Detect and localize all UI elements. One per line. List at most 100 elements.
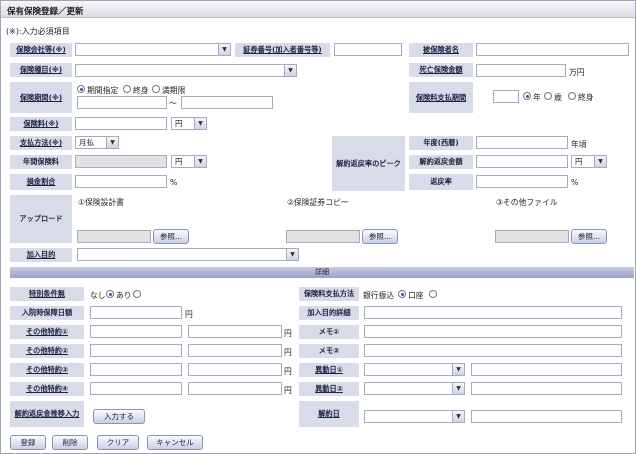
- period-radio-maturity[interactable]: [152, 85, 160, 93]
- browse-button-2[interactable]: 参照...: [362, 229, 398, 244]
- annual-premium-input[interactable]: [75, 155, 167, 168]
- chevron-down-icon: ▼: [286, 249, 298, 260]
- chevron-down-icon: ▼: [218, 44, 230, 55]
- purpose-select[interactable]: ▼: [77, 248, 299, 261]
- delete-button[interactable]: 削除: [52, 435, 88, 450]
- label-other1: その他特約①: [9, 324, 85, 340]
- special-radio-yes[interactable]: [106, 290, 114, 298]
- period-tilde: 〜: [169, 99, 177, 108]
- other3-amount-input[interactable]: [188, 363, 282, 376]
- change2-select[interactable]: ▼: [364, 382, 465, 395]
- pay-period-radio-age[interactable]: [544, 92, 552, 100]
- label-change2: 異動日②: [298, 381, 360, 397]
- cancel-date-input[interactable]: [471, 410, 622, 423]
- label-other4: その他特約④: [9, 381, 85, 397]
- memo1-input[interactable]: [364, 325, 622, 338]
- chevron-down-icon: ▼: [106, 137, 118, 148]
- special-radio-no[interactable]: [133, 290, 141, 298]
- label-type: 保険種目(※): [9, 62, 73, 78]
- register-button[interactable]: 登録: [10, 435, 46, 450]
- chevron-down-icon: ▼: [452, 383, 464, 394]
- upload-file-2[interactable]: [286, 230, 360, 243]
- label-peak: 解約返戻率のピーク: [331, 135, 406, 192]
- period-radio-lifetime[interactable]: [123, 85, 131, 93]
- label-upload: アップロード: [9, 194, 73, 244]
- special-option-none: なし: [90, 291, 106, 300]
- clear-button[interactable]: クリア: [97, 435, 139, 450]
- label-death-amount: 死亡保険金額: [408, 62, 474, 78]
- loss-ratio-input[interactable]: [75, 175, 167, 188]
- upload-item-3-label: ③その他ファイル: [496, 198, 558, 207]
- browse-button-1[interactable]: 参照...: [153, 229, 189, 244]
- other1-amount-input[interactable]: [188, 325, 282, 338]
- other2-name-input[interactable]: [90, 344, 182, 357]
- period-radio-specified[interactable]: [77, 85, 85, 93]
- upload-file-3[interactable]: [495, 230, 569, 243]
- surrender-unit-select[interactable]: 円 ▼: [571, 155, 607, 168]
- insured-input[interactable]: [476, 43, 629, 56]
- upload-file-1[interactable]: [77, 230, 151, 243]
- pay-period-option-year: 年: [533, 93, 541, 102]
- label-memo1: メモ①: [298, 324, 360, 340]
- chevron-down-icon: ▼: [452, 364, 464, 375]
- pay-way-radio-account[interactable]: [429, 290, 437, 298]
- other4-amount-input[interactable]: [188, 382, 282, 395]
- change2-input[interactable]: [471, 382, 622, 395]
- other2-unit: 円: [284, 348, 292, 357]
- memo2-input[interactable]: [364, 344, 622, 357]
- purpose-detail-input[interactable]: [364, 306, 622, 319]
- period-start-input[interactable]: [77, 96, 167, 109]
- input-button[interactable]: 入力する: [93, 409, 145, 424]
- browse-button-3[interactable]: 参照...: [571, 229, 607, 244]
- pay-period-option-age: 歳: [554, 93, 562, 102]
- death-amount-input[interactable]: [476, 64, 566, 77]
- change1-input[interactable]: [471, 363, 622, 376]
- hosp-daily-unit: 円: [185, 310, 193, 319]
- premium-unit-select[interactable]: 円 ▼: [171, 117, 207, 130]
- special-option-yes: あり: [116, 291, 132, 300]
- year-input[interactable]: [476, 136, 568, 149]
- change1-select[interactable]: ▼: [364, 363, 465, 376]
- chevron-down-icon: ▼: [452, 411, 464, 422]
- pay-period-radio-year[interactable]: [523, 92, 531, 100]
- other3-unit: 円: [284, 367, 292, 376]
- label-pay-way: 保険料支払方法: [298, 286, 360, 302]
- premium-input[interactable]: [75, 117, 167, 130]
- upload-item-2-label: ②保険証券コピー: [287, 198, 349, 207]
- annual-unit-select[interactable]: 円 ▼: [171, 155, 207, 168]
- pay-period-radio-lifetime[interactable]: [568, 92, 576, 100]
- annual-unit-value: 円: [175, 157, 183, 166]
- type-select[interactable]: ▼: [75, 64, 297, 77]
- hosp-daily-input[interactable]: [90, 306, 182, 319]
- pay-method-select[interactable]: 月払 ▼: [75, 136, 119, 149]
- pay-way-option-account: 口座: [408, 291, 424, 300]
- label-cancel-date: 解約日: [298, 400, 360, 428]
- cancel-button[interactable]: キャンセル: [147, 435, 203, 450]
- details-section-bar: 詳細: [10, 267, 634, 278]
- cancel-date-select[interactable]: ▼: [364, 410, 465, 423]
- label-policy-no: 証券番号(加入者番号等): [234, 42, 331, 58]
- other3-name-input[interactable]: [90, 363, 182, 376]
- pay-way-radio-bank[interactable]: [398, 290, 406, 298]
- chevron-down-icon: ▼: [284, 65, 296, 76]
- label-company: 保険会社等(※): [9, 42, 73, 58]
- surrender-unit-value: 円: [575, 157, 583, 166]
- upload-item-1-label: ①保険設計書: [78, 198, 124, 207]
- return-rate-input[interactable]: [476, 175, 568, 188]
- premium-unit-value: 円: [175, 119, 183, 128]
- period-option-lifetime: 終身: [133, 86, 149, 95]
- company-select[interactable]: ▼: [75, 43, 231, 56]
- label-year: 年度(西暦): [408, 135, 474, 151]
- pay-period-input[interactable]: [493, 90, 519, 103]
- other4-unit: 円: [284, 386, 292, 395]
- label-premium: 保険料(※): [9, 116, 73, 132]
- other4-name-input[interactable]: [90, 382, 182, 395]
- surrender-amount-input[interactable]: [476, 155, 568, 168]
- chevron-down-icon: ▼: [194, 156, 206, 167]
- page-title: 保有保険登録／更新: [1, 1, 635, 18]
- policy-no-input[interactable]: [334, 43, 402, 56]
- other2-amount-input[interactable]: [188, 344, 282, 357]
- period-end-input[interactable]: [181, 96, 273, 109]
- other1-name-input[interactable]: [90, 325, 182, 338]
- label-surrender-amount: 解約返戻金額: [408, 154, 474, 170]
